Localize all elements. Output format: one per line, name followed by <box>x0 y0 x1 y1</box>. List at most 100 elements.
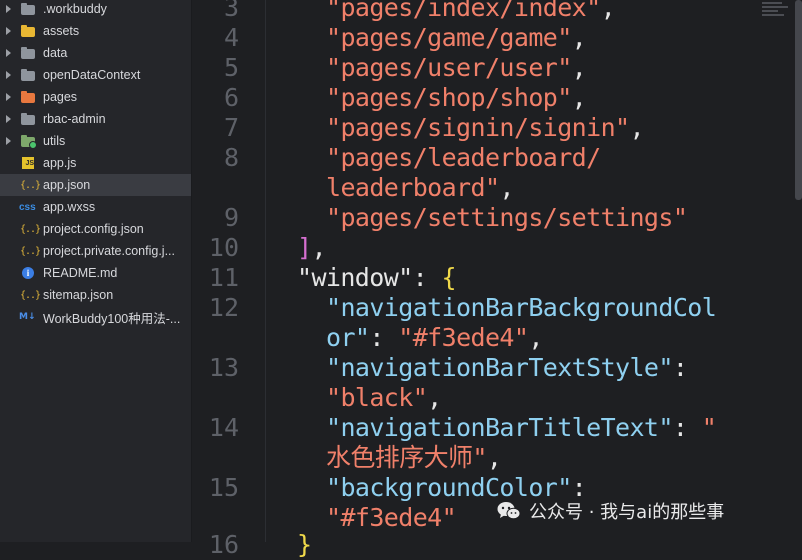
string-token: "#f3ede4" <box>398 323 529 352</box>
vertical-scrollbar[interactable] <box>795 0 802 200</box>
tree-item-label: utils <box>43 134 66 148</box>
tree-item-label: app.json <box>43 178 91 192</box>
tree-file-app-js[interactable]: JS app.js <box>0 152 191 174</box>
comma-token: , <box>571 23 587 52</box>
line-number: 8 <box>223 143 239 172</box>
comma-token: , <box>486 443 502 472</box>
code-line: or": "#f3ede4", <box>326 323 543 353</box>
bracket-token: ] <box>297 233 312 262</box>
folder-icon <box>21 47 35 59</box>
folder-icon <box>21 113 35 125</box>
chevron-right-icon[interactable] <box>6 71 11 79</box>
key-token: or" <box>326 323 370 352</box>
tree-item-label: README.md <box>43 266 118 280</box>
line-number: 5 <box>223 53 239 82</box>
code-line: "black", <box>326 383 442 413</box>
chevron-right-icon[interactable] <box>6 115 11 123</box>
colon-token: : <box>672 413 688 442</box>
folder-icon <box>21 3 35 15</box>
markdown-file-icon: M↓ <box>19 312 36 322</box>
json-file-icon: {..} <box>20 245 41 257</box>
comma-token: , <box>629 113 644 142</box>
key-token: "navigationBarTextStyle" <box>326 353 673 382</box>
tree-file-sitemap[interactable]: {..} sitemap.json <box>0 284 191 306</box>
chevron-right-icon[interactable] <box>6 93 11 101</box>
string-token: "pages/shop/shop" <box>326 83 572 112</box>
key-token: "window" <box>297 263 413 292</box>
string-token: 水色排序大师" <box>326 443 487 472</box>
colon-token: : <box>412 263 428 292</box>
code-line: "pages/index/index", <box>326 0 616 23</box>
wechat-watermark: 公众号 · 我与ai的那些事 <box>497 498 724 524</box>
code-line: "navigationBarTitleText": " <box>326 413 717 443</box>
string-token: "pages/game/game" <box>326 23 572 52</box>
code-line: "window": { <box>297 263 457 293</box>
tree-file-project-config[interactable]: {..} project.config.json <box>0 218 191 240</box>
chevron-right-icon[interactable] <box>6 137 11 145</box>
comma-token: , <box>311 233 326 262</box>
tree-folder-rbac-admin[interactable]: rbac-admin <box>0 108 191 130</box>
key-token: "navigationBarTitleText" <box>326 413 673 442</box>
tree-file-app-wxss[interactable]: css app.wxss <box>0 196 191 218</box>
tree-item-label: data <box>43 46 68 60</box>
line-number: 7 <box>223 113 239 142</box>
tree-item-label: pages <box>43 90 78 104</box>
tree-folder-assets[interactable]: assets <box>0 20 191 42</box>
watermark-text: 公众号 · 我与ai的那些事 <box>529 502 725 523</box>
tree-folder-utils[interactable]: utils <box>0 130 191 152</box>
tree-file-project-private-config[interactable]: {..} project.private.config.j... <box>0 240 191 262</box>
tree-item-label: sitemap.json <box>43 288 114 302</box>
string-token: "black" <box>326 383 428 412</box>
line-number: 9 <box>223 203 239 232</box>
colon-token: : <box>672 353 688 382</box>
string-token: leaderboard" <box>326 173 500 202</box>
wechat-icon <box>497 501 521 521</box>
code-line: "navigationBarTextStyle": <box>326 353 688 383</box>
tree-item-label: assets <box>43 24 80 38</box>
line-number: 14 <box>208 413 239 442</box>
folder-icon <box>21 91 35 103</box>
indent-guide <box>265 0 266 542</box>
tree-item-label: app.wxss <box>43 200 96 214</box>
tree-folder-workbuddy[interactable]: .workbuddy <box>0 0 191 20</box>
line-number: 12 <box>208 293 239 322</box>
colon-token: : <box>369 323 384 352</box>
chevron-right-icon[interactable] <box>6 27 11 35</box>
tree-folder-data[interactable]: data <box>0 42 191 64</box>
css-file-icon: css <box>19 201 36 213</box>
string-token: "pages/index/index" <box>326 0 601 22</box>
tree-file-workbuddy-md[interactable]: M↓ WorkBuddy100种用法-... <box>0 306 191 328</box>
tree-folder-pages[interactable]: pages <box>0 86 191 108</box>
tree-item-label: .workbuddy <box>43 2 107 16</box>
comma-token: , <box>427 383 442 412</box>
code-line: "#f3ede4" <box>326 503 457 533</box>
comma-token: , <box>571 53 587 82</box>
folder-icon <box>21 135 37 149</box>
string-token: "pages/user/user" <box>326 53 572 82</box>
brace-token: { <box>441 263 457 292</box>
tree-file-readme[interactable]: i README.md <box>0 262 191 284</box>
comma-token: , <box>499 173 514 202</box>
chevron-right-icon[interactable] <box>6 49 11 57</box>
tree-item-label: app.js <box>43 156 77 170</box>
string-token: "pages/settings/settings" <box>326 203 688 232</box>
folder-icon <box>21 25 35 37</box>
tree-item-label: project.config.json <box>43 222 144 236</box>
tree-folder-opendatacontext[interactable]: openDataContext <box>0 64 191 86</box>
comma-token: , <box>600 0 616 22</box>
string-token: "#f3ede4" <box>326 503 457 532</box>
code-line: leaderboard", <box>326 173 514 203</box>
code-line: "pages/settings/settings" <box>326 203 688 233</box>
tree-file-app-json[interactable]: {..} app.json <box>0 174 191 196</box>
line-number: 13 <box>208 353 239 382</box>
tree-item-label: rbac-admin <box>43 112 106 126</box>
code-line: 水色排序大师", <box>326 443 502 473</box>
brace-token: } <box>297 530 312 559</box>
code-line: "pages/shop/shop", <box>326 83 587 113</box>
minimap[interactable] <box>762 2 790 22</box>
chevron-right-icon[interactable] <box>6 5 11 13</box>
comma-token: , <box>528 323 543 352</box>
code-line: "pages/game/game", <box>326 23 587 53</box>
line-number: 16 <box>208 530 239 559</box>
line-number: 3 <box>223 0 239 22</box>
